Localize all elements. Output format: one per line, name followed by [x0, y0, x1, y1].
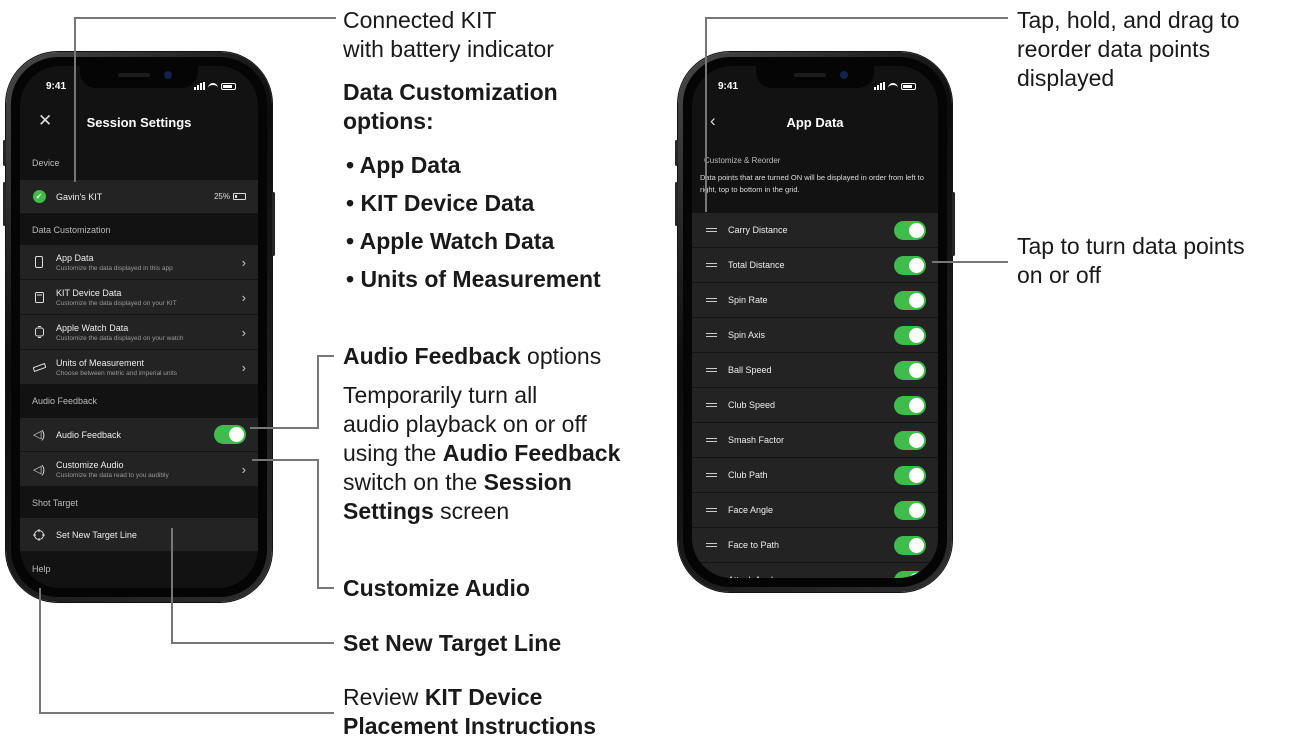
annotation-text: Review — [343, 684, 425, 710]
annotation-line: options: — [343, 108, 434, 134]
data-customization-annotation: Data Customization options: — [343, 78, 558, 136]
reorder-leader — [705, 17, 1008, 212]
annotation-line: with battery indicator — [343, 36, 554, 62]
annotation-line: Tap to turn data points — [1017, 233, 1245, 259]
audio-feedback-annotation: Audio Feedback options — [343, 342, 601, 371]
target-line-annotation: Set New Target Line — [343, 630, 562, 656]
annotation-bold: Settings — [343, 498, 434, 524]
annotation-bold: Session — [483, 469, 572, 495]
annotation-text: screen — [433, 498, 510, 524]
annotation-line: Temporarily turn all — [343, 382, 538, 408]
target-line-leader — [171, 528, 334, 644]
annotation-line: Connected KIT — [343, 7, 497, 33]
help-leader — [39, 588, 334, 714]
annotation-bold: KIT Device — [424, 684, 543, 710]
annotation-line: reorder data points — [1017, 36, 1211, 62]
bullet-item: • KIT Device Data — [346, 190, 535, 216]
annotation-text: using the — [343, 440, 443, 466]
bullet-item: • Apple Watch Data — [346, 228, 555, 254]
customize-audio-leader — [252, 459, 334, 589]
connected-kit-annotation: Connected KIT with battery indicator — [343, 6, 554, 64]
annotation-line: on or off — [1017, 262, 1101, 288]
annotation-bold: Placement Instructions — [343, 713, 597, 739]
bullet-item: • App Data — [346, 152, 461, 178]
data-customization-bullets: • App Data • KIT Device Data • Apple Wat… — [346, 146, 601, 298]
annotation-bold: Audio Feedback — [343, 343, 521, 369]
toggle-annotation: Tap to turn data points on or off — [1017, 232, 1245, 290]
connected-kit-leader — [74, 17, 336, 182]
reorder-annotation: Tap, hold, and drag to reorder data poin… — [1017, 6, 1240, 93]
annotation-line: Tap, hold, and drag to — [1017, 7, 1240, 33]
annotation-bold: Audio Feedback — [442, 440, 621, 466]
annotation-line: Data Customization — [343, 79, 558, 105]
temporarily-annotation: Temporarily turn all audio playback on o… — [343, 381, 620, 526]
annotation-line: audio playback on or off — [343, 411, 587, 437]
annotation-text: options — [520, 343, 602, 369]
annotation-line: displayed — [1017, 65, 1115, 91]
customize-audio-annotation: Customize Audio — [343, 575, 530, 601]
help-annotation: Review KIT Device Placement Instructions — [343, 683, 596, 741]
annotation-text: switch on the — [343, 469, 484, 495]
audio-feedback-leader — [250, 355, 334, 429]
annotation-lines — [39, 17, 1008, 714]
bullet-item: • Units of Measurement — [346, 266, 601, 292]
